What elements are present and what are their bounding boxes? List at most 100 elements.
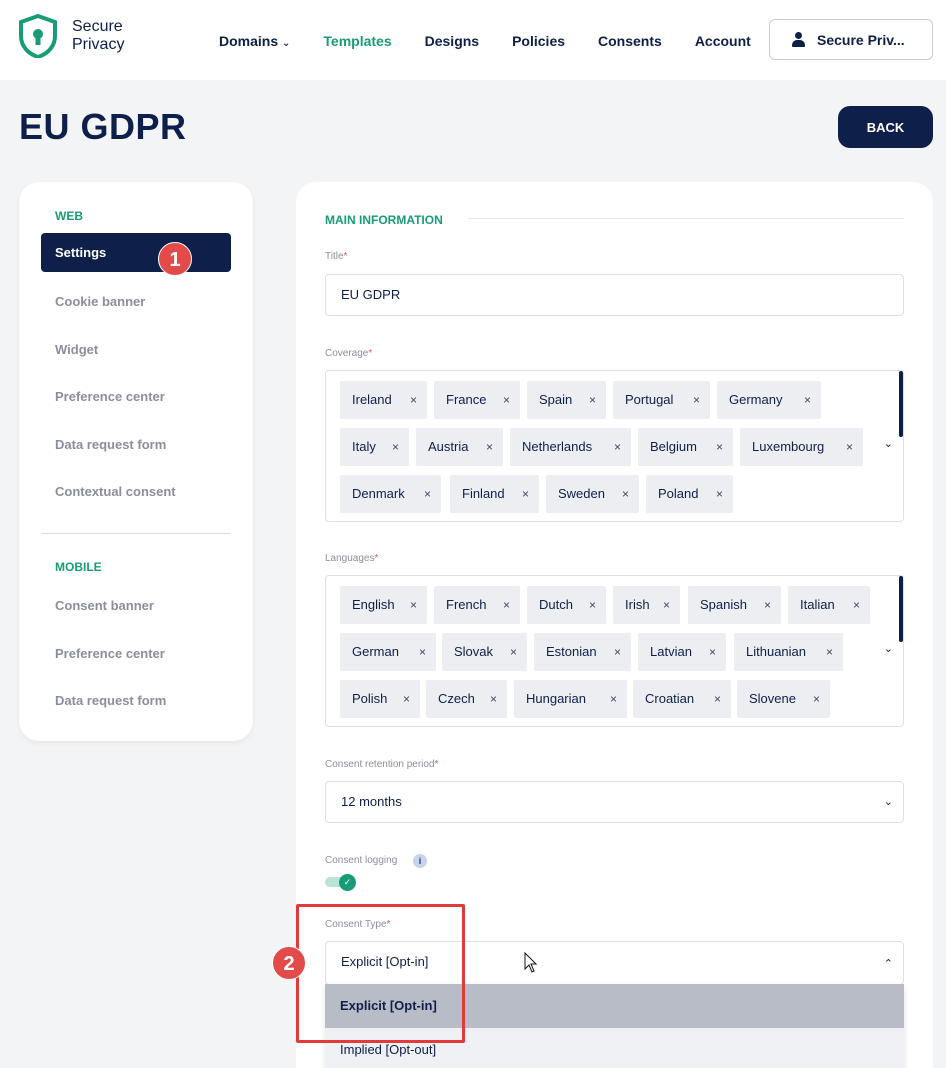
- nav-domains-label: Domains: [219, 33, 279, 49]
- chevron-down-icon[interactable]: ⌄: [884, 642, 893, 655]
- remove-icon[interactable]: ×: [503, 586, 510, 624]
- sidebar-item-contextual-consent[interactable]: Contextual consent: [55, 484, 176, 499]
- language-chip[interactable]: Italian ×: [788, 586, 870, 624]
- sidebar-item-mobile-preference-center[interactable]: Preference center: [55, 646, 165, 661]
- nav-policies[interactable]: Policies: [512, 33, 565, 49]
- brand-line1: Secure: [72, 18, 123, 35]
- remove-icon[interactable]: ×: [709, 633, 716, 671]
- coverage-chip[interactable]: Netherlands ×: [510, 428, 631, 466]
- remove-icon[interactable]: ×: [424, 475, 431, 513]
- sidebar-item-widget[interactable]: Widget: [55, 342, 98, 357]
- retention-select[interactable]: 12 months ⌄: [325, 781, 904, 823]
- remove-icon[interactable]: ×: [714, 680, 721, 718]
- coverage-chip[interactable]: Portugal ×: [613, 381, 710, 419]
- chevron-down-icon: ⌄: [282, 38, 291, 49]
- account-button[interactable]: Secure Priv...: [769, 19, 933, 60]
- coverage-chip[interactable]: Ireland ×: [340, 381, 427, 419]
- language-chip[interactable]: English ×: [340, 586, 427, 624]
- coverage-chip[interactable]: Denmark ×: [340, 475, 441, 513]
- remove-icon[interactable]: ×: [419, 633, 426, 671]
- languages-multiselect[interactable]: English × French × Dutch × Irish × Spanish × …: [325, 575, 904, 727]
- coverage-chip[interactable]: Finland ×: [450, 475, 539, 513]
- remove-icon[interactable]: ×: [716, 475, 723, 513]
- sidebar-item-consent-banner[interactable]: Consent banner: [55, 598, 154, 613]
- languages-scrollbar[interactable]: [899, 576, 903, 642]
- language-chip[interactable]: Irish ×: [613, 586, 680, 624]
- remove-icon[interactable]: ×: [589, 381, 596, 419]
- remove-icon[interactable]: ×: [392, 428, 399, 466]
- remove-icon[interactable]: ×: [510, 633, 517, 671]
- language-chip[interactable]: Estonian ×: [534, 633, 631, 671]
- remove-icon[interactable]: ×: [764, 586, 771, 624]
- language-chip[interactable]: Hungarian ×: [514, 680, 627, 718]
- nav-consents[interactable]: Consents: [598, 33, 662, 49]
- coverage-chip[interactable]: Austria ×: [416, 428, 503, 466]
- remove-icon[interactable]: ×: [663, 586, 670, 624]
- remove-icon[interactable]: ×: [853, 586, 860, 624]
- coverage-scrollbar[interactable]: [899, 371, 903, 437]
- coverage-chip[interactable]: Luxembourg ×: [740, 428, 863, 466]
- back-button[interactable]: BACK: [838, 106, 933, 148]
- language-chip[interactable]: Polish ×: [340, 680, 420, 718]
- check-icon[interactable]: ✓: [339, 874, 356, 891]
- coverage-chip[interactable]: Spain ×: [527, 381, 606, 419]
- remove-icon[interactable]: ×: [693, 381, 700, 419]
- remove-icon[interactable]: ×: [403, 680, 410, 718]
- chevron-down-icon[interactable]: ⌄: [884, 437, 893, 450]
- sidebar-item-data-request-form[interactable]: Data request form: [55, 437, 166, 452]
- remove-icon[interactable]: ×: [503, 381, 510, 419]
- coverage-label: Coverage*: [325, 348, 372, 359]
- remove-icon[interactable]: ×: [804, 381, 811, 419]
- remove-icon[interactable]: ×: [410, 586, 417, 624]
- remove-icon[interactable]: ×: [614, 633, 621, 671]
- remove-icon[interactable]: ×: [410, 381, 417, 419]
- chip-label: Italian: [800, 597, 835, 612]
- sidebar-item-preference-center[interactable]: Preference center: [55, 389, 165, 404]
- coverage-chip[interactable]: Germany ×: [717, 381, 821, 419]
- language-chip[interactable]: Croatian ×: [633, 680, 731, 718]
- chip-label: English: [352, 597, 395, 612]
- info-icon[interactable]: i: [413, 854, 427, 868]
- chip-label: Irish: [625, 597, 650, 612]
- remove-icon[interactable]: ×: [486, 428, 493, 466]
- coverage-chip[interactable]: Poland ×: [646, 475, 733, 513]
- coverage-chip[interactable]: Sweden ×: [546, 475, 639, 513]
- sidebar-item-mobile-data-request-form[interactable]: Data request form: [55, 693, 166, 708]
- language-chip[interactable]: Dutch ×: [527, 586, 606, 624]
- language-chip[interactable]: Spanish ×: [688, 586, 781, 624]
- remove-icon[interactable]: ×: [610, 680, 617, 718]
- chevron-down-icon: ⌄: [883, 796, 893, 808]
- nav-domains[interactable]: Domains ⌄: [219, 33, 290, 49]
- language-chip[interactable]: Lithuanian ×: [734, 633, 843, 671]
- nav-templates[interactable]: Templates: [323, 33, 391, 49]
- nav-account[interactable]: Account: [695, 33, 751, 49]
- remove-icon[interactable]: ×: [522, 475, 529, 513]
- language-chip[interactable]: Slovak ×: [442, 633, 527, 671]
- required-mark: *: [374, 553, 379, 564]
- remove-icon[interactable]: ×: [614, 428, 621, 466]
- sidebar-item-cookie-banner[interactable]: Cookie banner: [55, 294, 145, 309]
- coverage-multiselect[interactable]: Ireland × France × Spain × Portugal × German…: [325, 370, 904, 522]
- nav-designs[interactable]: Designs: [425, 33, 479, 49]
- remove-icon[interactable]: ×: [813, 680, 820, 718]
- language-chip[interactable]: Latvian ×: [638, 633, 726, 671]
- title-input[interactable]: EU GDPR: [325, 274, 904, 316]
- language-chip[interactable]: Czech ×: [426, 680, 507, 718]
- coverage-chip[interactable]: Belgium ×: [638, 428, 733, 466]
- coverage-chip[interactable]: Italy ×: [340, 428, 409, 466]
- remove-icon[interactable]: ×: [589, 586, 596, 624]
- remove-icon[interactable]: ×: [846, 428, 853, 466]
- coverage-chip[interactable]: France ×: [434, 381, 520, 419]
- remove-icon[interactable]: ×: [490, 680, 497, 718]
- brand-logo[interactable]: Secure Privacy: [18, 14, 124, 58]
- chip-label: Estonian: [546, 644, 597, 659]
- sidebar: WEB Settings Cookie banner Widget Prefer…: [19, 182, 253, 741]
- remove-icon[interactable]: ×: [716, 428, 723, 466]
- language-chip[interactable]: French ×: [434, 586, 520, 624]
- language-chip[interactable]: Slovene ×: [737, 680, 830, 718]
- language-chip[interactable]: German ×: [340, 633, 436, 671]
- sidebar-item-settings[interactable]: Settings: [41, 233, 231, 272]
- remove-icon[interactable]: ×: [826, 633, 833, 671]
- remove-icon[interactable]: ×: [622, 475, 629, 513]
- retention-label: Consent retention period*: [325, 759, 438, 770]
